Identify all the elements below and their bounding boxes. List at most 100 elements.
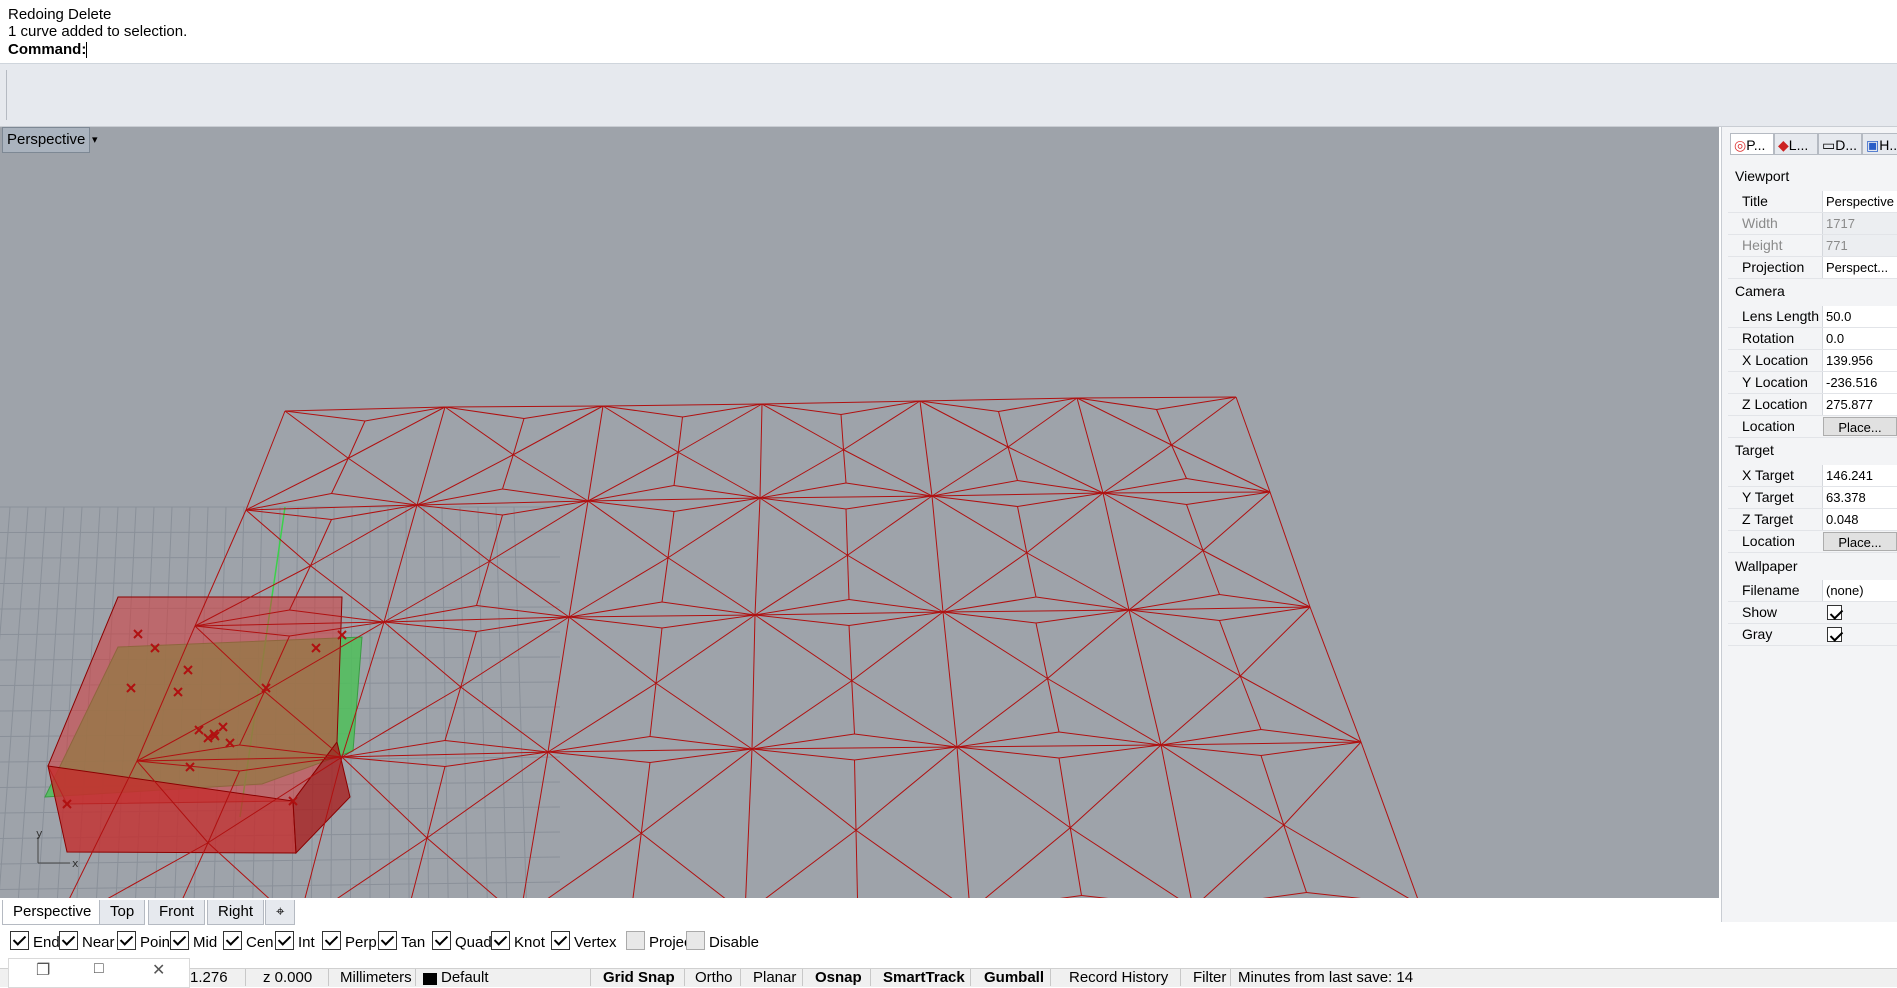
axis-y-label: y [36,827,43,840]
title-field[interactable]: Perspective [1822,191,1897,212]
lens-length-label: Lens Length [1742,308,1820,324]
units-label[interactable]: Millimeters [340,969,412,987]
title-label: Title [1742,193,1768,209]
rotation-label: Rotation [1742,330,1795,346]
grid-snap-toggle[interactable]: Grid Snap [603,969,675,987]
projection-dropdown[interactable]: Perspect... [1822,257,1897,278]
properties-icon: ◎ [1734,137,1747,153]
height-label: Height [1742,237,1783,253]
tab-layers[interactable]: ◆L... [1774,133,1818,155]
osnap-checkbox[interactable] [223,931,242,950]
lens-length-field[interactable]: 50.0 [1822,306,1897,327]
tab-front[interactable]: Front [148,900,206,925]
rotation-field[interactable]: 0.0 [1822,328,1897,349]
smarttrack-toggle[interactable]: SmartTrack [883,969,965,987]
toolbar-grip[interactable] [6,70,9,120]
osnap-label: End [33,934,60,951]
osnap-label: Quad [455,934,492,951]
osnap-checkbox[interactable] [170,931,189,950]
close-icon[interactable]: ✕ [152,960,165,980]
y-location-field[interactable]: -236.516 [1822,372,1897,393]
camera-place-button[interactable]: Place... [1823,417,1897,436]
target-place-button[interactable]: Place... [1823,532,1897,551]
perspective-viewport[interactable]: x y [0,127,1719,898]
osnap-knot[interactable]: Knot [491,931,545,953]
osnap-label: Tan [401,934,426,951]
gumball-toggle[interactable]: Gumball [984,969,1044,987]
target-location-label: Location [1742,533,1795,549]
gray-checkbox[interactable] [1827,626,1846,643]
osnap-quad[interactable]: Quad [432,931,492,953]
osnap-tan[interactable]: Tan [378,931,425,953]
osnap-checkbox[interactable] [491,931,510,950]
tab-help[interactable]: ▣H... [1862,133,1897,155]
maximize-icon[interactable]: □ [94,960,104,978]
osnap-point[interactable]: Point [117,931,174,953]
filename-field[interactable]: (none) [1822,580,1897,601]
axis-x-label: x [72,857,79,870]
tab-display[interactable]: ▭D... [1818,133,1862,155]
viewport-title[interactable]: Perspective [2,127,91,153]
viewport-canvas[interactable]: x y [0,127,1719,898]
tab-perspective[interactable]: Perspective [2,900,103,925]
osnap-checkbox[interactable] [275,931,294,950]
osnap-disable[interactable]: Disable [686,931,759,953]
x-target-label: X Target [1742,467,1794,483]
osnap-checkbox[interactable] [378,931,397,950]
z-target-field[interactable]: 0.048 [1822,509,1897,530]
planar-toggle[interactable]: Planar [753,969,796,987]
tab-top[interactable]: Top [99,900,146,925]
z-target-label: Z Target [1742,511,1794,527]
x-target-field[interactable]: 146.241 [1822,465,1897,486]
x-location-field[interactable]: 139.956 [1822,350,1897,371]
osnap-checkbox[interactable] [59,931,78,950]
osnap-cen[interactable]: Cen [223,931,274,953]
tab-right[interactable]: Right [207,900,265,925]
width-label: Width [1742,215,1778,231]
y-target-label: Y Target [1742,489,1794,505]
ortho-toggle[interactable]: Ortho [695,969,733,987]
osnap-checkbox[interactable] [626,931,645,950]
osnap-checkbox[interactable] [10,931,29,950]
osnap-checkbox[interactable] [322,931,341,950]
osnap-label: Cen [246,934,274,951]
section-camera: Camera [1735,283,1785,299]
osnap-checkbox[interactable] [432,931,451,950]
z-location-label: Z Location [1742,396,1808,412]
osnap-end[interactable]: End [10,931,60,953]
x-coordinate: 1.276 [190,969,228,986]
projection-label: Projection [1742,259,1805,275]
y-target-field[interactable]: 63.378 [1822,487,1897,508]
z-location-field[interactable]: 275.877 [1822,394,1897,415]
restore-icon[interactable]: ❐ [36,960,50,980]
filename-label: Filename [1742,582,1800,598]
osnap-checkbox[interactable] [117,931,136,950]
viewport-menu-dropdown[interactable]: ▾ [92,127,104,153]
osnap-label: Mid [193,934,218,951]
show-label: Show [1742,604,1778,620]
x-location-label: X Location [1742,352,1809,368]
osnap-checkbox[interactable] [686,931,705,950]
osnap-label: Knot [514,934,545,951]
osnap-mid[interactable]: Mid [170,931,217,953]
osnap-int[interactable]: Int [275,931,315,953]
osnap-label: Disable [709,934,760,951]
help-icon: ▣ [1866,137,1880,153]
current-layer[interactable]: Default [441,969,489,987]
add-viewport-tab-icon[interactable]: ⌖ [265,900,296,925]
osnap-label: Near [82,934,115,951]
z-coordinate: z 0.000 [263,969,313,986]
layer-color-swatch[interactable] [423,973,437,985]
show-checkbox[interactable] [1827,604,1846,621]
filter-toggle[interactable]: Filter [1193,969,1226,987]
history-line: Redoing Delete [8,6,112,23]
record-history-toggle[interactable]: Record History [1069,969,1168,987]
command-input[interactable] [86,42,87,58]
osnap-perp[interactable]: Perp [322,931,377,953]
osnap-toggle[interactable]: Osnap [815,969,862,987]
display-icon: ▭ [1822,137,1836,153]
tab-properties[interactable]: ◎P... [1730,133,1774,155]
osnap-vertex[interactable]: Vertex [551,931,617,953]
osnap-near[interactable]: Near [59,931,115,953]
osnap-checkbox[interactable] [551,931,570,950]
